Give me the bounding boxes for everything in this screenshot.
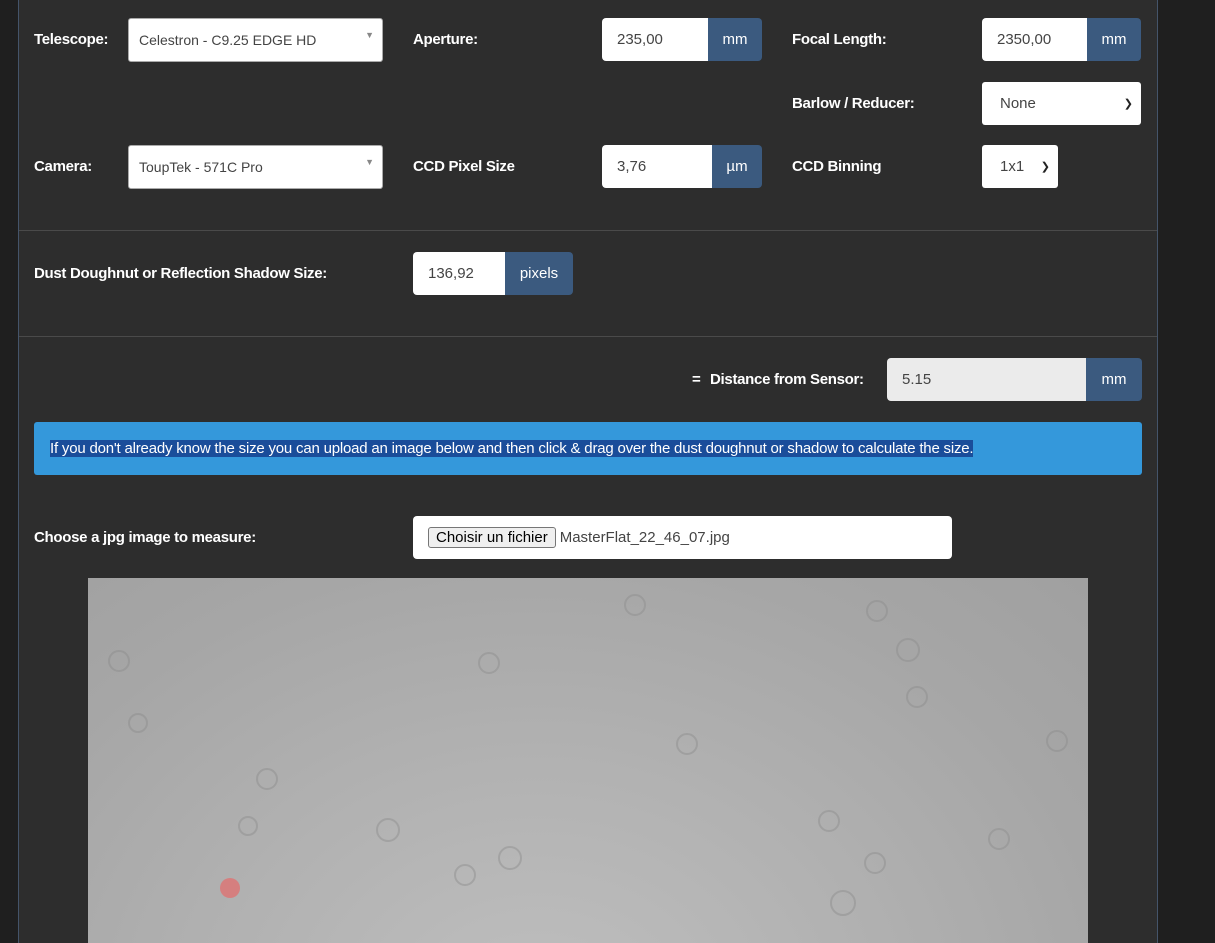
shadow-size-input[interactable]: 136,92 (413, 252, 505, 295)
chevron-down-icon: ❯ (1040, 161, 1050, 173)
equals-sign: = (692, 371, 701, 388)
dropdown-arrow-icon: ▼ (365, 30, 374, 40)
dust-spot (906, 686, 928, 708)
aperture-label: Aperture: (413, 31, 478, 48)
distance-label: Distance from Sensor: (710, 371, 864, 388)
dust-spot (624, 594, 646, 616)
telescope-selected: Celestron - C9.25 EDGE HD (139, 32, 317, 48)
barlow-selected: None (1000, 95, 1036, 112)
camera-select[interactable]: ToupTek - 571C Pro ▼ (128, 145, 383, 189)
shadow-size-label: Dust Doughnut or Reflection Shadow Size: (34, 265, 327, 282)
calculator-panel: Telescope: Celestron - C9.25 EDGE HD ▼ A… (18, 0, 1158, 943)
dust-spot (498, 846, 522, 870)
chevron-down-icon: ❯ (1123, 98, 1133, 110)
flat-image-canvas[interactable] (88, 578, 1088, 943)
section-divider (19, 230, 1157, 231)
dust-spot (1046, 730, 1068, 752)
dropdown-arrow-icon: ▼ (365, 157, 374, 167)
info-alert: If you don't already know the size you c… (34, 422, 1142, 475)
file-label: Choose a jpg image to measure: (34, 529, 256, 546)
file-name: MasterFlat_22_46_07.jpg (559, 529, 730, 546)
binning-label: CCD Binning (792, 158, 882, 175)
camera-label: Camera: (34, 158, 92, 175)
dust-spot (830, 890, 856, 916)
dust-spot (988, 828, 1010, 850)
shadow-size-unit: pixels (505, 252, 573, 295)
info-text: If you don't already know the size you c… (50, 440, 974, 457)
focal-length-input[interactable]: 2350,00 (982, 18, 1087, 61)
aperture-unit: mm (708, 18, 762, 61)
pixel-size-label: CCD Pixel Size (413, 158, 515, 175)
focal-length-label: Focal Length: (792, 31, 887, 48)
section-divider (19, 336, 1157, 337)
dust-spot (866, 600, 888, 622)
binning-selected: 1x1 (1000, 158, 1025, 175)
distance-unit: mm (1086, 358, 1142, 401)
dust-spot (256, 768, 278, 790)
file-input[interactable]: Choisir un fichier MasterFlat_22_46_07.j… (413, 516, 952, 559)
dust-spot (454, 864, 476, 886)
barlow-label: Barlow / Reducer: (792, 95, 915, 112)
dust-spot (478, 652, 500, 674)
camera-selected: ToupTek - 571C Pro (139, 159, 263, 175)
pixel-size-input[interactable]: 3,76 (602, 145, 712, 188)
telescope-select[interactable]: Celestron - C9.25 EDGE HD ▼ (128, 18, 383, 62)
dust-spot (676, 733, 698, 755)
choose-file-button[interactable]: Choisir un fichier (428, 527, 556, 548)
binning-select[interactable]: 1x1 ❯ (982, 145, 1058, 188)
dust-spot (818, 810, 840, 832)
pixel-size-unit: µm (712, 145, 762, 188)
telescope-label: Telescope: (34, 31, 109, 48)
dust-spot (108, 650, 130, 672)
dust-spot (238, 816, 258, 836)
dust-spot (896, 638, 920, 662)
distance-output: 5.15 (887, 358, 1086, 401)
focal-length-unit: mm (1087, 18, 1141, 61)
aperture-input[interactable]: 235,00 (602, 18, 708, 61)
barlow-select[interactable]: None ❯ (982, 82, 1141, 125)
dust-spot (128, 713, 148, 733)
dust-spot (864, 852, 886, 874)
dust-spot (376, 818, 400, 842)
selection-marker (220, 878, 240, 898)
